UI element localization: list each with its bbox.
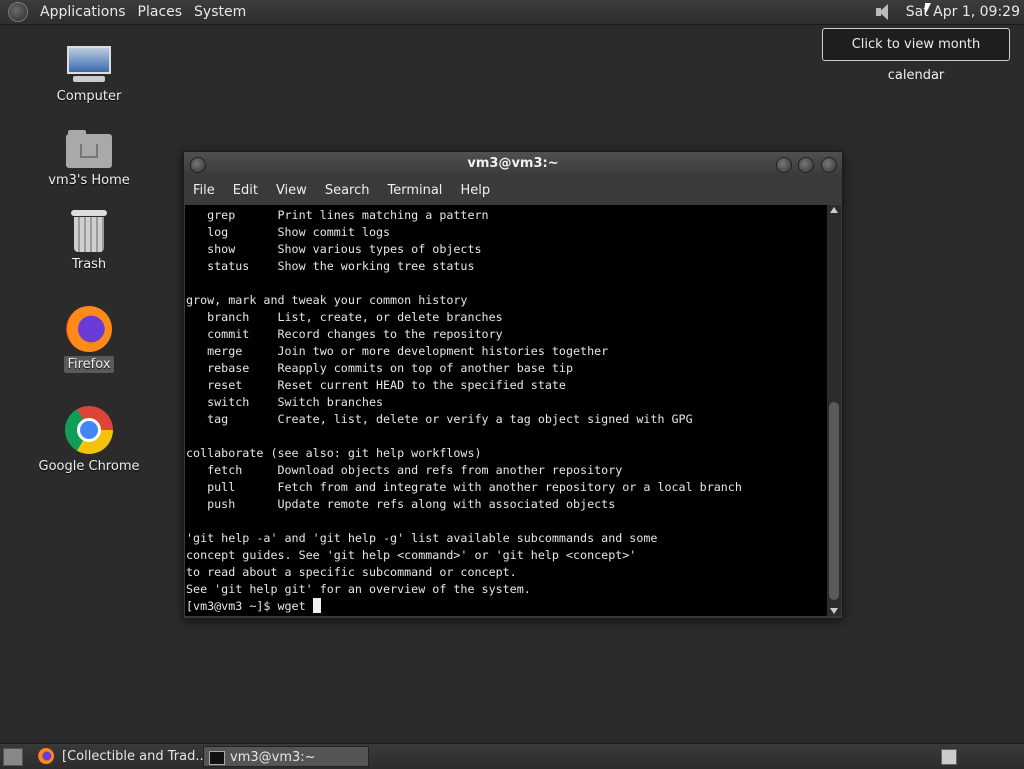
desktop-icon-computer[interactable]: Computer — [29, 46, 149, 105]
computer-icon — [65, 46, 113, 84]
scroll-thumb[interactable] — [829, 402, 839, 600]
maximize-button[interactable] — [798, 157, 814, 173]
desktop-icon-chrome[interactable]: Google Chrome — [29, 406, 149, 475]
firefox-task-icon — [38, 748, 54, 764]
terminal-line: grow, mark and tweak your common history — [186, 293, 468, 307]
clock[interactable]: Sat Apr 1, 09:29 — [906, 4, 1020, 20]
home-folder-icon — [66, 130, 112, 168]
terminal-scrollbar[interactable] — [827, 205, 841, 616]
taskbar-item-label: vm3@vm3:~ — [230, 750, 316, 765]
firefox-icon — [66, 306, 112, 352]
desktop-icon-label: Computer — [56, 89, 122, 104]
terminal-line: show Show various types of objects — [186, 242, 482, 256]
menu-file[interactable]: File — [184, 183, 224, 198]
close-button[interactable] — [821, 157, 837, 173]
minimize-button[interactable] — [776, 157, 792, 173]
chrome-icon — [65, 406, 113, 454]
terminal-line: rebase Reapply commits on top of another… — [186, 361, 574, 375]
mouse-pointer-icon — [925, 3, 931, 15]
terminal-window: vm3@vm3:~ File Edit View Search Terminal… — [183, 151, 843, 619]
bottom-panel: [Collectible and Trad... vm3@vm3:~ — [0, 743, 1024, 769]
desktop-icon-label: vm3's Home — [48, 173, 130, 188]
main-menu: Applications Places System — [0, 0, 252, 24]
terminal-line: branch List, create, or delete branches — [186, 310, 503, 324]
terminal-line: merge Join two or more development histo… — [186, 344, 609, 358]
desktop-icon-label: Google Chrome — [38, 459, 140, 474]
terminal-line: status Show the working tree status — [186, 259, 475, 273]
menu-edit[interactable]: Edit — [224, 183, 267, 198]
distro-logo-icon[interactable] — [8, 2, 28, 22]
menu-search[interactable]: Search — [316, 183, 379, 198]
terminal-line: push Update remote refs along with assoc… — [186, 497, 616, 511]
calendar-tooltip: Click to view month calendar — [822, 28, 1010, 83]
menu-system[interactable]: System — [188, 4, 252, 20]
taskbar-item-firefox[interactable]: [Collectible and Trad... — [58, 746, 204, 767]
terminal-line: pull Fetch from and integrate with anoth… — [186, 480, 742, 494]
terminal-line: commit Record changes to the repository — [186, 327, 503, 341]
terminal-line: log Show commit logs — [186, 225, 391, 239]
desktop-icon-label: Firefox — [64, 356, 114, 373]
window-titlebar[interactable]: vm3@vm3:~ — [184, 152, 842, 176]
menu-applications[interactable]: Applications — [34, 4, 132, 20]
terminal-line: 'git help -a' and 'git help -g' list ava… — [186, 531, 658, 545]
terminal-line: switch Switch branches — [186, 395, 384, 409]
taskbar-item-terminal[interactable]: vm3@vm3:~ — [203, 746, 369, 767]
workspace-switcher-icon[interactable] — [941, 749, 957, 765]
desktop-icon-firefox[interactable]: Firefox — [29, 306, 149, 373]
terminal-line: to read about a specific subcommand or c… — [186, 565, 517, 579]
top-panel: Applications Places System Sat Apr 1, 09… — [0, 0, 1024, 25]
menu-places[interactable]: Places — [132, 4, 189, 20]
desktop-icon-trash[interactable]: Trash — [29, 210, 149, 273]
menu-terminal[interactable]: Terminal — [378, 183, 451, 198]
system-tray: Sat Apr 1, 09:29 — [874, 0, 1024, 24]
terminal-line: tag Create, list, delete or verify a tag… — [186, 412, 693, 426]
terminal-line: See 'git help git' for an overview of th… — [186, 582, 531, 596]
window-title: vm3@vm3:~ — [467, 156, 559, 171]
trash-icon — [71, 210, 107, 252]
scroll-up-icon[interactable] — [830, 207, 838, 213]
terminal-line: grep Print lines matching a pattern — [186, 208, 489, 222]
show-desktop-icon[interactable] — [3, 748, 23, 766]
terminal-output[interactable]: grep Print lines matching a pattern log … — [185, 205, 827, 616]
desktop-icon-label: Trash — [71, 257, 107, 272]
menu-help[interactable]: Help — [451, 183, 499, 198]
terminal-menubar: File Edit View Search Terminal Help — [184, 176, 842, 204]
shell-prompt: [vm3@vm3 ~]$ wget — [186, 599, 313, 613]
terminal-line: collaborate (see also: git help workflow… — [186, 446, 482, 460]
text-cursor — [312, 598, 321, 613]
desktop-icon-home[interactable]: vm3's Home — [29, 130, 149, 189]
scroll-down-icon[interactable] — [830, 608, 838, 614]
terminal-text: grep Print lines matching a pattern log … — [185, 205, 827, 615]
terminal-line: reset Reset current HEAD to the specifie… — [186, 378, 566, 392]
terminal-icon — [209, 751, 225, 765]
terminal-line: fetch Download objects and refs from ano… — [186, 463, 623, 477]
menu-view[interactable]: View — [267, 183, 316, 198]
volume-icon[interactable] — [874, 3, 892, 21]
terminal-line: concept guides. See 'git help <command>'… — [186, 548, 637, 562]
